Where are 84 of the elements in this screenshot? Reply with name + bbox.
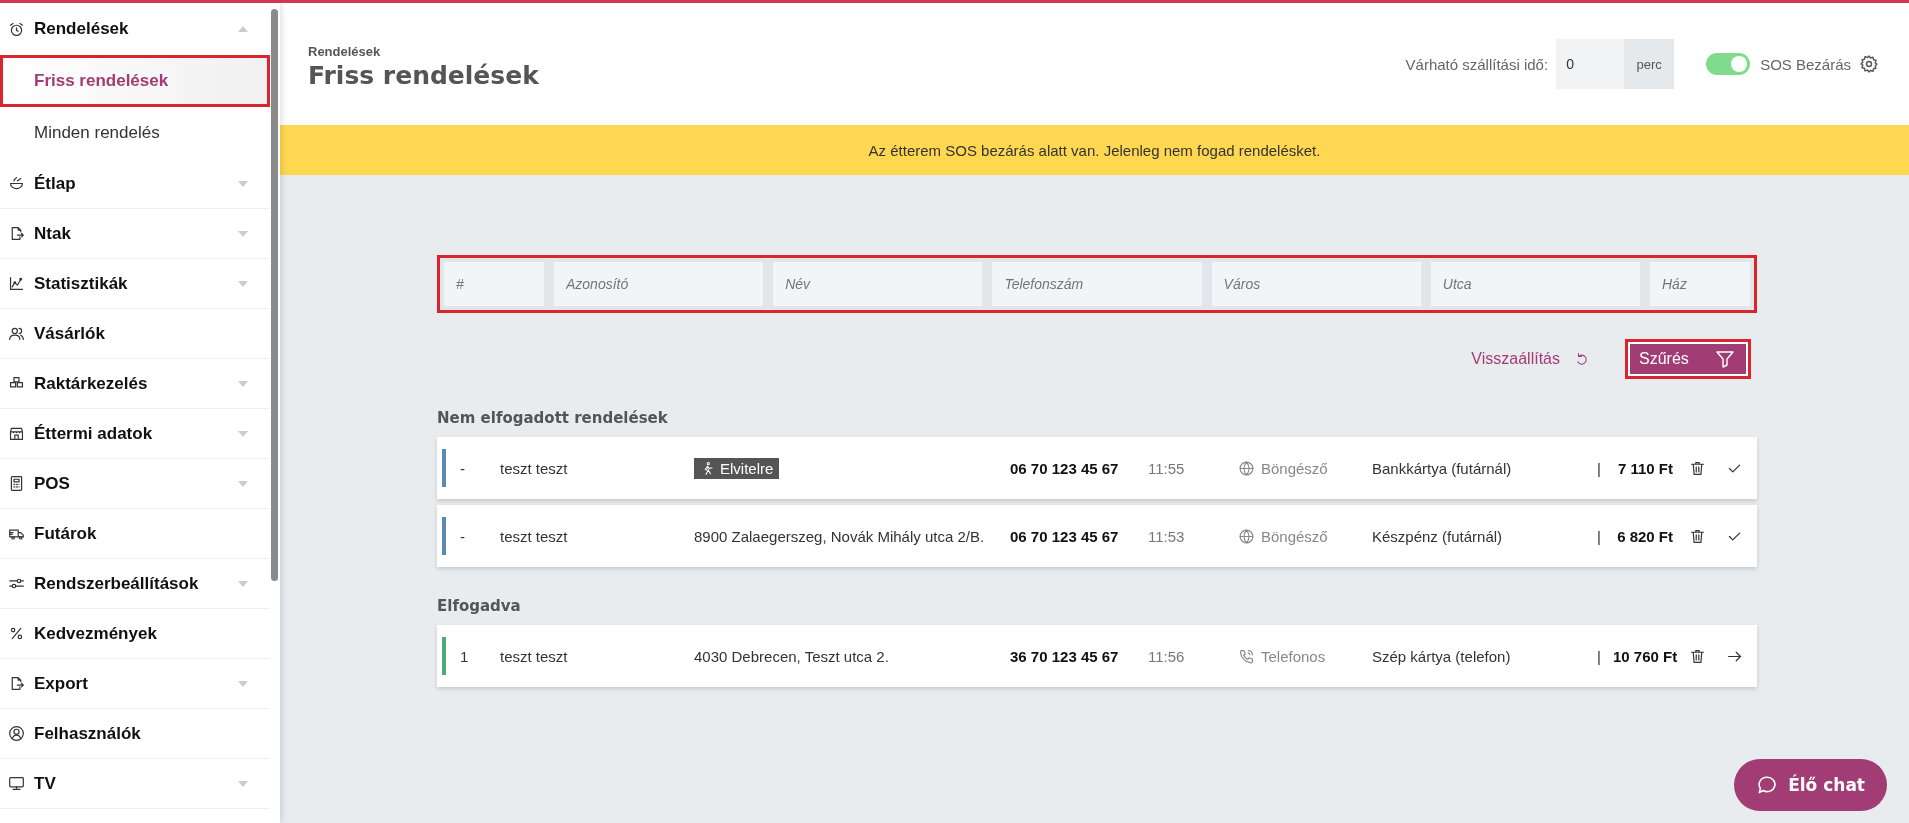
unit-label: perc bbox=[1624, 39, 1675, 89]
sidebar-item[interactable]: Vásárlók bbox=[0, 309, 270, 359]
toggle-label: SOS Bezárás bbox=[1760, 55, 1851, 73]
payment-method: Szép kártya (telefon) bbox=[1372, 647, 1512, 665]
order-source: Böngésző bbox=[1261, 527, 1328, 545]
payment-method: Bankkártya (futárnál) bbox=[1372, 459, 1513, 477]
payment-method: Készpénz (futárnál) bbox=[1372, 527, 1504, 545]
order-number: 1 bbox=[460, 647, 470, 665]
order-number: - bbox=[460, 527, 466, 545]
warning-banner: Az étterem SOS bezárás alatt van. Jelenleg nem fogad rendelésket. bbox=[280, 125, 1909, 175]
section-title: Nem elfogadott rendelések bbox=[437, 409, 669, 427]
percent-icon bbox=[8, 625, 25, 642]
section-title: Elfogadva bbox=[437, 597, 522, 615]
customer-name: teszt teszt bbox=[500, 527, 569, 545]
customer-name: teszt teszt bbox=[500, 647, 569, 665]
filter-field[interactable]: Utca bbox=[1430, 262, 1640, 306]
page-title: Friss rendelések bbox=[308, 61, 540, 90]
order-card[interactable]: 1 teszt teszt 4030 Debrecen, Teszt utca 2. 36 70 123 45 67 11:56 Telefonos Szép kártya (telefon) | 10 760 Ft bbox=[437, 625, 1757, 687]
users-icon bbox=[8, 325, 25, 342]
filter-field[interactable]: Azonosító bbox=[554, 262, 764, 306]
filter-button[interactable]: Szűrés bbox=[1625, 339, 1751, 379]
sidebar-subitem[interactable]: Minden rendelés bbox=[0, 107, 270, 159]
sidebar-item[interactable]: Statisztikák bbox=[0, 259, 270, 309]
order-card[interactable]: - teszt teszt 8900 Zalaegerszeg, Novák Mihály utca 2/B. 06 70 123 45 67 11:53 Böngésző Készpénz (futárnál) | 6 820 Ft bbox=[437, 505, 1757, 567]
order-card[interactable]: - teszt teszt Elvitelre 06 70 123 45 67 11:55 Böngésző Bankkártya (futárnál) | 7 110 Ft bbox=[437, 437, 1757, 499]
phone-icon bbox=[1238, 647, 1255, 665]
sidebar-item[interactable]: Export bbox=[0, 659, 270, 709]
storefront-icon bbox=[8, 425, 25, 442]
trash-icon bbox=[1689, 527, 1706, 545]
address-text: 8900 Zalaegerszeg, Novák Mihály utca 2/B. bbox=[694, 527, 985, 545]
alarm-clock-icon bbox=[8, 20, 25, 38]
line-chart-icon bbox=[8, 275, 25, 292]
filter-field[interactable]: Név bbox=[773, 262, 983, 306]
separator-text: | bbox=[1597, 647, 1602, 665]
filter-field[interactable]: Város bbox=[1211, 262, 1421, 306]
sidebar-subitem[interactable]: Friss rendelések bbox=[0, 55, 270, 107]
bowl-icon bbox=[8, 175, 25, 192]
order-number: - bbox=[460, 459, 466, 477]
undo-icon bbox=[1574, 351, 1589, 367]
phone-number: 06 70 123 45 67 bbox=[1010, 527, 1120, 545]
sidebar-item[interactable]: Éttermi adatok bbox=[0, 409, 270, 459]
sidebar-item[interactable]: Kedvezmények bbox=[0, 609, 270, 659]
speech-bubble-icon bbox=[1756, 774, 1779, 796]
funnel-icon bbox=[1715, 349, 1735, 369]
sidebar-item[interactable]: Étlap bbox=[0, 159, 270, 209]
phone-number: 36 70 123 45 67 bbox=[1010, 647, 1120, 665]
scrollbar-thumb[interactable] bbox=[271, 9, 278, 581]
sidebar-item[interactable]: Ntak bbox=[0, 209, 270, 259]
filter-field[interactable]: Ház bbox=[1650, 262, 1750, 306]
reset-link[interactable]: Visszaállítás bbox=[1465, 349, 1595, 369]
live-chat-button[interactable]: Élő chat bbox=[1734, 759, 1887, 811]
address-text: 4030 Debrecen, Teszt utca 2. bbox=[694, 647, 889, 665]
phone-number: 06 70 123 45 67 bbox=[1010, 459, 1120, 477]
filter-field[interactable]: Telefonszám bbox=[992, 262, 1202, 306]
calculator-icon bbox=[8, 475, 25, 492]
sidebar-item[interactable]: TV bbox=[0, 759, 270, 809]
order-total: 6 820 Ft bbox=[1616, 527, 1673, 545]
trash-icon bbox=[1689, 647, 1706, 665]
trash-icon bbox=[1689, 459, 1706, 477]
delivery-time-label: Várható szállítási idő: bbox=[1405, 55, 1549, 73]
monitor-icon bbox=[8, 775, 25, 792]
sidebar-item[interactable]: Rendszerbeállítások bbox=[0, 559, 270, 609]
customer-name: teszt teszt bbox=[500, 459, 569, 477]
order-time: 11:55 bbox=[1148, 459, 1186, 477]
sidebar-item[interactable]: Raktárkezelés bbox=[0, 359, 270, 409]
settings-icon bbox=[1859, 54, 1879, 74]
order-time: 11:53 bbox=[1148, 527, 1186, 545]
order-source: Telefonos bbox=[1261, 647, 1326, 665]
separator-text: | bbox=[1597, 527, 1602, 545]
order-source: Böngésző bbox=[1261, 459, 1328, 477]
sidebar-item[interactable]: POS bbox=[0, 459, 270, 509]
separator-text: | bbox=[1597, 459, 1602, 477]
order-total: 7 110 Ft bbox=[1616, 459, 1673, 477]
globe-icon bbox=[1238, 527, 1255, 545]
sos-toggle[interactable] bbox=[1706, 53, 1751, 75]
breadcrumb: Rendelések bbox=[308, 44, 382, 59]
filter-field[interactable]: # bbox=[444, 262, 544, 306]
takeaway-tag: Elvitelre bbox=[694, 457, 780, 479]
user-circle-icon bbox=[8, 725, 25, 742]
order-time: 11:56 bbox=[1148, 647, 1186, 665]
sidebar-item[interactable]: Felhasználók bbox=[0, 709, 270, 759]
sidebar-item[interactable]: Futárok bbox=[0, 509, 270, 559]
sidebar-item[interactable]: Rendelések bbox=[0, 3, 270, 55]
globe-icon bbox=[1238, 459, 1255, 477]
